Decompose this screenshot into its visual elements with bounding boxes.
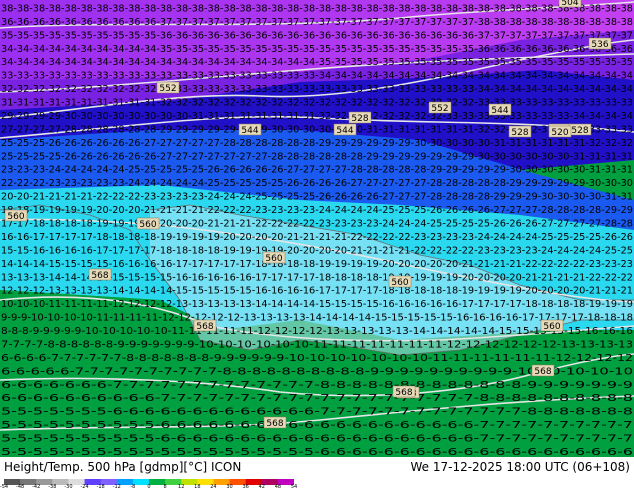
value-row: 27-27-27-27-28-28-28-28-28-28-29-29-29-2…: [1, 124, 633, 135]
valid-time: We 17-12-2025 18:00 UTC (06+108): [410, 460, 630, 474]
colorbar-tick: 18: [194, 484, 201, 490]
value-row: 34-34-34-34-34-34-34-34-34-34-35-35-35-3…: [1, 44, 633, 55]
colorbar-tick: 12: [178, 484, 185, 490]
value-row: 38-38-38-38-38-38-38-38-38-38-38-38-38-3…: [1, 3, 633, 14]
value-row: 25-25-25-26-26-26-26-26-26-27-27-27-27-2…: [1, 138, 633, 149]
value-row: 15-15-16-16-16-16-17-17-17-17-18-18-18-1…: [1, 245, 633, 256]
contour-label: 560: [262, 251, 286, 264]
value-row: 5-5-5-5-5-5-5-6-6-6-6-6-6-6-6-6-6-6-6-6-…: [1, 407, 633, 418]
svg-text:528: 528: [511, 128, 528, 138]
contour-label: 568: [88, 268, 112, 281]
svg-text:544: 544: [241, 126, 258, 136]
value-row: 17-17-18-18-18-18-19-19-19-20-20-20-20-2…: [1, 219, 633, 230]
svg-text:560: 560: [391, 278, 408, 288]
map-title: Height/Temp. 500 hPa [gdmp][°C] ICON: [4, 460, 242, 474]
contour-label: 544: [333, 123, 357, 136]
colorbar-tick: 0: [147, 484, 151, 490]
contour-label: 536: [588, 37, 612, 50]
svg-text:560: 560: [543, 322, 560, 332]
svg-text:552: 552: [431, 104, 448, 114]
value-row: 6-6-6-6-6-6-6-7-7-7-7-7-7-7-7-7-7-7-7-7-…: [1, 380, 633, 391]
value-row: 14-14-14-15-15-15-15-16-16-16-16-17-17-1…: [1, 259, 633, 270]
colorbar-tick: 36: [242, 484, 249, 490]
footer-bar: Height/Temp. 500 hPa [gdmp][°C] ICON We …: [0, 457, 634, 490]
value-row: 16-16-17-17-17-17-18-18-18-18-19-19-19-1…: [1, 232, 633, 243]
colorbar-tick: -38: [48, 484, 57, 490]
contour-label: 560: [540, 319, 564, 332]
svg-text:544: 544: [491, 106, 508, 116]
svg-text:520: 520: [551, 128, 568, 138]
colorbar-tick: 54: [290, 484, 298, 490]
value-row: 31-31-31-31-31-31-31-31-31-31-32-32-32-3…: [1, 98, 633, 109]
svg-text:528: 528: [571, 126, 588, 136]
colorbar-tick: -24: [80, 484, 89, 490]
value-row: 34-34-34-34-34-34-34-34-34-34-34-34-34-3…: [1, 57, 633, 68]
colorbar-tick: -48: [16, 484, 25, 490]
value-row: 5-5-5-5-5-5-5-5-5-5-5-5-5-5-5-5-5-5-5-5-…: [1, 447, 633, 457]
colorbar-ticks: -54 -48 -42 -38 -30 -24 -18 -12 -8 0 8 12 18 24 30 36 42…: [0, 484, 298, 490]
value-row: 36-36-36-36-36-36-36-36-36-36-37-37-37-3…: [1, 17, 633, 28]
svg-text:552: 552: [159, 84, 176, 94]
colorbar-tick: -54: [0, 484, 9, 490]
value-row: 10-10-10-11-11-11-11-12-12-12-12-13-13-1…: [1, 299, 633, 310]
contour-label: 544: [238, 123, 262, 136]
contour-label: 504: [558, 0, 582, 8]
contour-label: 560: [388, 275, 412, 288]
colorbar-tick: 48: [274, 484, 282, 490]
svg-text:568: 568: [196, 322, 213, 332]
colorbar-tick: 24: [210, 484, 217, 490]
colorbar-tick: 30: [226, 484, 233, 490]
svg-text:544: 544: [336, 126, 353, 136]
value-row: 33-33-33-33-33-33-33-33-33-33-33-33-33-3…: [1, 71, 633, 82]
contour-label: 528: [508, 125, 532, 138]
svg-text:568: 568: [395, 388, 412, 398]
value-row: 7-7-7-7-8-8-8-8-8-8-9-9-9-9-9-9-9-10-10-…: [1, 339, 633, 350]
svg-text:536: 536: [591, 40, 608, 50]
contour-label: 528: [348, 111, 372, 124]
value-row: 20-20-21-21-21-21-22-22-22-23-23-23-23-2…: [1, 192, 633, 203]
value-row: 23-23-23-24-24-24-24-24-25-25-25-25-25-2…: [1, 165, 633, 176]
svg-text:560: 560: [139, 220, 156, 230]
colorbar-tick: -18: [96, 484, 105, 490]
colorbar-tick: -42: [32, 484, 41, 490]
value-row: 35-35-35-35-35-35-35-35-35-35-36-36-36-3…: [1, 30, 633, 41]
value-row: 6-6-6-6-7-7-7-7-7-7-8-8-8-8-8-8-8-9-9-9-…: [1, 353, 633, 364]
contour-label: 568: [392, 385, 416, 398]
contour-label: 520: [548, 125, 572, 138]
svg-text:568: 568: [534, 367, 551, 377]
svg-text:504: 504: [561, 0, 578, 8]
value-row: 29-29-29-29-30-30-30-30-30-30-30-30-31-3…: [1, 111, 633, 122]
svg-text:568: 568: [91, 271, 108, 281]
value-row: 8-8-8-9-9-9-9-9-10-10-10-10-10-11-11-11-…: [1, 326, 633, 337]
contour-label: 560: [136, 217, 160, 230]
contour-label: 568: [193, 319, 217, 332]
svg-text:528: 528: [351, 114, 368, 124]
value-row: 18-18-19-19-19-19-20-20-20-21-21-21-21-2…: [1, 205, 633, 216]
value-row: 9-9-9-10-10-10-10-11-11-11-11-12-12-12-1…: [1, 313, 633, 324]
colorbar-tick: -12: [112, 484, 121, 490]
contour-label: 528: [568, 123, 592, 136]
value-row: 22-22-22-23-23-23-23-23-24-24-24-24-24-2…: [1, 178, 633, 189]
svg-text:568: 568: [266, 419, 283, 429]
colorbar-tick: 8: [163, 484, 167, 490]
contour-label: 568: [263, 416, 287, 429]
value-row: 5-5-5-5-5-5-5-5-5-5-6-6-6-6-6-6-6-6-6-6-…: [1, 434, 633, 445]
colorbar-tick: -8: [130, 484, 136, 490]
contour-label: 552: [156, 81, 180, 94]
colorbar-tick: -30: [64, 484, 73, 490]
contour-label: 560: [4, 209, 28, 222]
weather-map: 38-38-38-38-38-38-38-38-38-38-38-38-38-3…: [0, 0, 634, 457]
svg-text:560: 560: [7, 212, 24, 222]
contour-label: 568: [531, 364, 555, 377]
contour-label: 544: [488, 103, 512, 116]
value-row: 6-6-6-6-6-6-6-6-6-6-7-7-7-7-7-7-7-7-7-7-…: [1, 393, 633, 404]
value-row: 25-25-25-25-26-26-26-26-26-26-27-27-27-2…: [1, 151, 633, 162]
value-row: 32-32-32-32-32-32-32-32-32-32-33-33-33-3…: [1, 84, 633, 95]
value-row: 12-12-12-13-13-13-13-14-14-14-14-15-15-1…: [1, 286, 633, 297]
value-row: 5-5-5-5-5-5-5-5-5-5-6-6-6-6-6-6-6-6-6-6-…: [1, 420, 633, 431]
contour-label: 552: [428, 101, 452, 114]
colorbar-tick: 42: [258, 484, 265, 490]
svg-text:560: 560: [265, 254, 282, 264]
